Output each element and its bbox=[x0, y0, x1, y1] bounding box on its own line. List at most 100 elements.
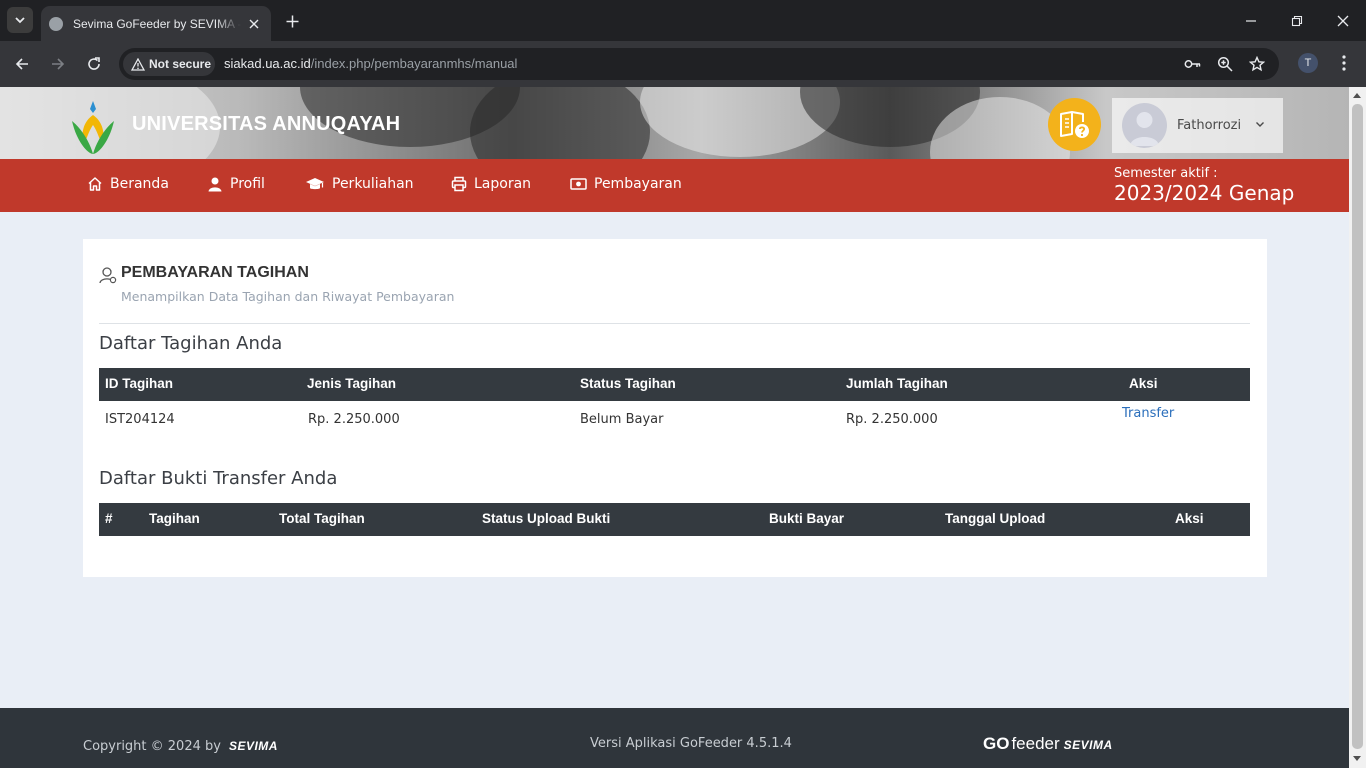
plus-icon bbox=[286, 15, 298, 27]
printer-icon bbox=[451, 176, 467, 192]
university-logo bbox=[72, 101, 114, 154]
close-tab-button[interactable] bbox=[245, 15, 263, 33]
main-navbar: Beranda Profil Perkuliahan Laporan Pemba… bbox=[0, 159, 1349, 212]
gofeeder-logo-sevima: SEVIMA bbox=[1063, 738, 1113, 752]
browser-menu-button[interactable] bbox=[1334, 52, 1354, 74]
divider bbox=[99, 323, 1250, 324]
column-header: Aksi bbox=[1129, 376, 1158, 391]
column-header: Bukti Bayar bbox=[769, 511, 845, 526]
close-icon bbox=[249, 19, 259, 28]
zoom-icon bbox=[1217, 56, 1233, 72]
column-header: ID Tagihan bbox=[105, 376, 174, 391]
scroll-down-arrow[interactable] bbox=[1353, 756, 1361, 761]
user-menu[interactable]: Fathorrozi bbox=[1112, 98, 1283, 153]
url-host: siakad.ua.ac.id bbox=[224, 56, 311, 71]
column-header: Jenis Tagihan bbox=[307, 376, 397, 391]
reload-icon bbox=[88, 57, 100, 70]
nav-item-label: Profil bbox=[230, 176, 265, 192]
cell-jumlah-tagihan: Rp. 2.250.000 bbox=[846, 412, 938, 427]
reload-button[interactable] bbox=[82, 52, 106, 76]
key-icon bbox=[1184, 60, 1201, 68]
forward-button[interactable] bbox=[46, 52, 70, 76]
gofeeder-logo: GO feeder SEVIMA bbox=[983, 734, 1113, 754]
column-header: Status Upload Bukti bbox=[482, 511, 611, 526]
user-outline-icon bbox=[99, 267, 117, 284]
user-name: Fathorrozi bbox=[1177, 118, 1242, 133]
address-bar[interactable]: Not secure siakad.ua.ac.id/index.php/pem… bbox=[119, 48, 1279, 80]
page-scrollbar[interactable] bbox=[1349, 87, 1366, 768]
column-header: Total Tagihan bbox=[279, 511, 365, 526]
nav-item-label: Perkuliahan bbox=[332, 176, 414, 192]
minimize-button[interactable] bbox=[1240, 10, 1262, 32]
app-version: Versi Aplikasi GoFeeder 4.5.1.4 bbox=[590, 736, 792, 751]
site-header: UNIVERSITAS ANNUQAYAH Fathorrozi bbox=[0, 87, 1349, 159]
cell-jenis-tagihan: Rp. 2.250.000 bbox=[308, 412, 400, 427]
user-icon bbox=[208, 177, 222, 192]
nav-item-perkuliahan[interactable]: Perkuliahan bbox=[305, 176, 414, 192]
restore-icon bbox=[1291, 15, 1303, 27]
globe-icon bbox=[49, 16, 63, 31]
section-title-tagihan: Daftar Tagihan Anda bbox=[99, 333, 283, 354]
browser-tab-strip: Sevima GoFeeder by SEVIMA - Pembayaran bbox=[0, 0, 1366, 41]
chevron-down-icon bbox=[1256, 122, 1264, 127]
nav-item-laporan[interactable]: Laporan bbox=[451, 176, 531, 192]
profile-avatar-button[interactable]: T bbox=[1298, 53, 1318, 73]
section-title-bukti: Daftar Bukti Transfer Anda bbox=[99, 468, 338, 489]
scroll-thumb[interactable] bbox=[1352, 104, 1363, 749]
browser-toolbar: Not secure siakad.ua.ac.id/index.php/pem… bbox=[0, 41, 1366, 87]
home-icon bbox=[88, 177, 102, 191]
gofeeder-logo-feeder: feeder bbox=[1011, 734, 1060, 753]
help-guide-button[interactable] bbox=[1048, 98, 1101, 151]
column-header: Aksi bbox=[1175, 511, 1204, 526]
bukti-table: # Tagihan Total Tagihan Status Upload Bu… bbox=[99, 503, 1250, 536]
tagihan-table: ID Tagihan Jenis Tagihan Status Tagihan … bbox=[99, 368, 1250, 438]
graduation-cap-icon bbox=[306, 178, 324, 190]
column-header: # bbox=[105, 511, 113, 526]
copyright-text: Copyright © 2024 by bbox=[83, 739, 221, 754]
book-help-icon bbox=[1059, 110, 1089, 138]
page-title: PEMBAYARAN TAGIHAN bbox=[121, 264, 309, 281]
page-subtitle: Menampilkan Data Tagihan dan Riwayat Pem… bbox=[121, 289, 455, 304]
security-label: Not secure bbox=[149, 57, 212, 71]
chevron-down-icon bbox=[15, 17, 25, 24]
close-icon bbox=[1337, 15, 1349, 27]
restore-button[interactable] bbox=[1286, 10, 1308, 32]
warning-icon bbox=[131, 57, 145, 71]
nav-item-label: Pembayaran bbox=[594, 176, 682, 192]
star-icon bbox=[1249, 56, 1265, 72]
nav-item-profil[interactable]: Profil bbox=[207, 176, 265, 192]
new-tab-button[interactable] bbox=[281, 10, 303, 32]
browser-tab-active[interactable]: Sevima GoFeeder by SEVIMA - Pembayaran bbox=[41, 6, 271, 41]
gofeeder-logo-go: GO bbox=[983, 734, 1010, 753]
close-window-button[interactable] bbox=[1332, 10, 1354, 32]
table-header: # Tagihan Total Tagihan Status Upload Bu… bbox=[99, 503, 1250, 536]
url-text[interactable]: siakad.ua.ac.id/index.php/pembayaranmhs/… bbox=[224, 56, 517, 71]
tab-title: Sevima GoFeeder by SEVIMA - Pembayaran bbox=[73, 16, 241, 31]
cell-id-tagihan: IST204124 bbox=[105, 412, 175, 427]
site-footer: Copyright © 2024 by SEVIMA Versi Aplikas… bbox=[0, 708, 1349, 768]
semester-value: 2023/2024 Genap bbox=[1114, 181, 1295, 205]
nav-item-label: Beranda bbox=[110, 176, 169, 192]
cell-status-tagihan: Belum Bayar bbox=[580, 412, 664, 427]
url-path: /index.php/pembayaranmhs/manual bbox=[310, 56, 518, 71]
copyright: Copyright © 2024 by SEVIMA bbox=[83, 739, 278, 754]
column-header: Tagihan bbox=[149, 511, 200, 526]
table-header: ID Tagihan Jenis Tagihan Status Tagihan … bbox=[99, 368, 1250, 401]
password-key-button[interactable] bbox=[1184, 55, 1202, 73]
semester-label: Semester aktif : bbox=[1114, 166, 1218, 181]
arrow-left-icon bbox=[15, 58, 28, 70]
sevima-logo: SEVIMA bbox=[228, 739, 278, 753]
scroll-up-arrow[interactable] bbox=[1353, 93, 1361, 98]
zoom-button[interactable] bbox=[1216, 55, 1234, 73]
nav-item-pembayaran[interactable]: Pembayaran bbox=[570, 176, 682, 192]
transfer-link[interactable]: Transfer bbox=[1122, 406, 1174, 421]
table-row: IST204124 Rp. 2.250.000 Belum Bayar Rp. … bbox=[99, 401, 1250, 438]
tab-search-button[interactable] bbox=[7, 7, 33, 33]
page-viewport: UNIVERSITAS ANNUQAYAH Fathorrozi Beranda bbox=[0, 87, 1349, 768]
bookmark-button[interactable] bbox=[1248, 55, 1266, 73]
arrow-right-icon bbox=[52, 58, 65, 70]
nav-item-beranda[interactable]: Beranda bbox=[87, 176, 169, 192]
back-button[interactable] bbox=[10, 52, 34, 76]
nav-item-label: Laporan bbox=[474, 176, 532, 192]
money-icon bbox=[570, 178, 587, 190]
